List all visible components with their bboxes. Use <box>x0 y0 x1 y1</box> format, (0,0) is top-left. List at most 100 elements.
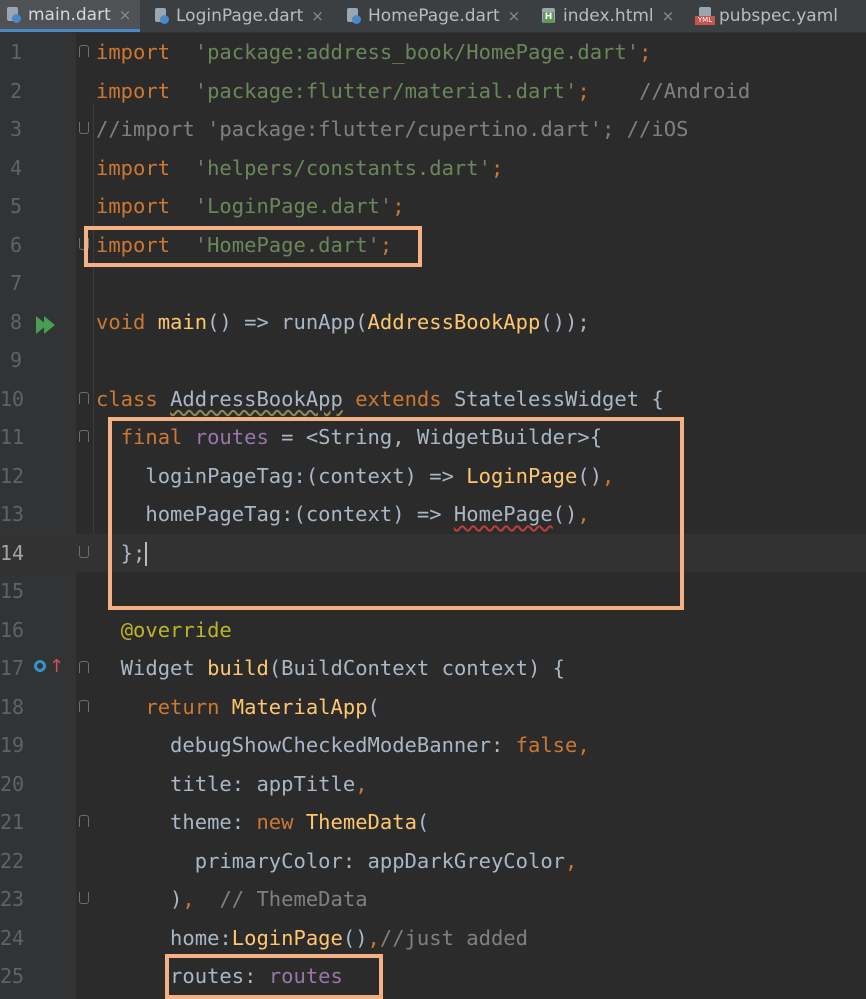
tab-label: HomePage.dart <box>368 6 500 26</box>
fold-marker-icon[interactable] <box>79 545 89 558</box>
fold-marker-icon[interactable] <box>79 815 89 827</box>
code-line[interactable]: 17 ↑ Widget build(BuildContext context) { <box>0 649 866 688</box>
code-line[interactable]: 18 return MaterialApp( <box>0 688 866 727</box>
code-token: 'package:address_book/HomePage.dart' <box>194 40 640 64</box>
code-line[interactable]: 13 homePageTag:(context) => HomePage(), <box>0 495 866 534</box>
line-number: 18 <box>0 694 25 719</box>
line-number: 24 <box>0 925 25 950</box>
code-token: HomePage <box>453 502 553 526</box>
run-icon-second[interactable] <box>44 315 55 334</box>
code-line[interactable]: 6 import 'HomePage.dart'; <box>0 226 866 265</box>
code-line[interactable]: 3 //import 'package:flutter/cupertino.dar… <box>0 110 866 149</box>
code-token: ThemeData <box>305 810 417 834</box>
line-number: 13 <box>0 502 25 526</box>
tab-pubspec-yaml[interactable]: pubspec.yaml <box>695 0 866 32</box>
code-line[interactable]: 1 import 'package:address_book/HomePage.d… <box>0 33 866 72</box>
code-line[interactable]: 5 import 'LoginPage.dart'; <box>0 187 866 226</box>
tab-label: index.html <box>563 6 654 26</box>
code-token: 'LoginPage.dart' <box>194 194 393 218</box>
line-number: 20 <box>0 771 25 796</box>
fold-marker-icon[interactable] <box>79 391 89 404</box>
code-token: , <box>182 887 195 911</box>
code-line[interactable]: 21 theme: new ThemeData( <box>0 803 866 842</box>
code-token: , <box>367 925 380 950</box>
close-tab-icon[interactable]: × <box>508 7 521 25</box>
code-token: () <box>577 463 603 488</box>
code-line[interactable]: 14 }; <box>0 533 866 572</box>
code-token: StatelessWidget { <box>441 386 664 411</box>
code-token: extends <box>355 386 442 411</box>
fold-marker-icon[interactable] <box>79 661 89 673</box>
code-token: routes <box>194 425 269 449</box>
code-token: ; <box>379 232 393 257</box>
fold-marker-icon[interactable] <box>79 122 89 134</box>
dart-file-icon <box>346 7 362 25</box>
tab-loginpage-dart[interactable]: LoginPage.dart × <box>154 0 334 32</box>
fold-marker-icon[interactable] <box>79 699 89 712</box>
code-token: loginPageTag:(context) => <box>96 463 467 488</box>
tab-index-html[interactable]: index.html × <box>541 0 691 32</box>
code-line[interactable]: 2 import 'package:flutter/material.dart';… <box>0 72 866 111</box>
code-line[interactable]: 7 <box>0 264 866 303</box>
fold-marker-icon[interactable] <box>79 892 89 904</box>
code-text: import 'package:address_book/HomePage.da… <box>96 33 651 72</box>
tab-label: pubspec.yaml <box>719 6 838 26</box>
code-text: //import 'package:flutter/cupertino.dart… <box>96 110 688 149</box>
code-line[interactable]: 11 final routes = <String, WidgetBuilder… <box>0 418 866 457</box>
code-line[interactable]: 19 debugShowCheckedModeBanner: false, <box>0 726 866 765</box>
fold-marker-icon[interactable] <box>79 430 89 442</box>
code-text: class AddressBookApp extends StatelessWi… <box>96 380 664 419</box>
code-line[interactable]: 20 title: appTitle, <box>0 765 866 804</box>
code-line[interactable]: 24 home:LoginPage(),//just added <box>0 919 866 958</box>
code-token: import <box>96 155 171 180</box>
close-tab-icon[interactable]: × <box>662 7 675 25</box>
tab-label: LoginPage.dart <box>176 6 304 26</box>
code-text: homePageTag:(context) => HomePage(), <box>96 495 589 534</box>
code-token: 'package:flutter/material.dart' <box>194 78 578 103</box>
code-line[interactable]: 15 <box>0 572 866 611</box>
code-line[interactable]: 8 void main() => runApp(AddressBookApp())… <box>0 303 866 342</box>
text-caret <box>145 541 148 566</box>
close-tab-icon[interactable]: × <box>311 7 324 25</box>
line-number: 23 <box>0 887 25 911</box>
tab-main-dart[interactable]: main.dart × <box>0 0 140 32</box>
code-line[interactable]: 12 loginPageTag:(context) => LoginPage()… <box>0 457 866 496</box>
code-token: return <box>145 694 220 719</box>
close-tab-icon[interactable]: × <box>119 6 132 24</box>
code-token: }; <box>96 540 146 565</box>
yaml-file-icon <box>695 7 715 25</box>
override-arrow-icon[interactable]: ↑ <box>49 657 64 677</box>
code-token: , <box>602 463 615 488</box>
fold-marker-icon[interactable] <box>79 237 89 250</box>
code-line[interactable]: 16 @override <box>0 611 866 650</box>
code-line[interactable]: 22 primaryColor: appDarkGreyColor, <box>0 842 866 881</box>
code-line[interactable]: 23 ), // ThemeData <box>0 880 866 919</box>
code-token: primaryColor: appDarkGreyColor <box>96 848 565 873</box>
line-number: 11 <box>0 425 25 449</box>
code-token: final <box>120 425 183 449</box>
dart-file-icon <box>154 7 170 25</box>
code-line[interactable]: 10 class AddressBookApp extends Stateless… <box>0 380 866 419</box>
code-token: theme: <box>96 810 257 834</box>
code-token: title: appTitle <box>96 771 356 796</box>
code-line[interactable]: 9 <box>0 341 866 380</box>
code-token: Widget <box>96 656 208 680</box>
code-token: , <box>565 848 578 873</box>
code-token: routes: <box>96 964 269 988</box>
code-line[interactable]: 4 import 'helpers/constants.dart'; <box>0 149 866 188</box>
tab-homepage-dart[interactable]: HomePage.dart × <box>346 0 526 32</box>
code-text: debugShowCheckedModeBanner: false, <box>96 726 590 765</box>
code-text: @override <box>96 611 232 650</box>
line-number: 10 <box>0 386 25 411</box>
code-line[interactable]: 25 routes: routes <box>0 957 866 996</box>
fold-marker-icon[interactable] <box>79 45 89 57</box>
override-icon[interactable] <box>34 660 46 672</box>
code-token: import <box>96 78 171 103</box>
code-text: routes: routes <box>96 957 343 996</box>
code-editor[interactable]: 1 import 'package:address_book/HomePage.d… <box>0 33 866 999</box>
